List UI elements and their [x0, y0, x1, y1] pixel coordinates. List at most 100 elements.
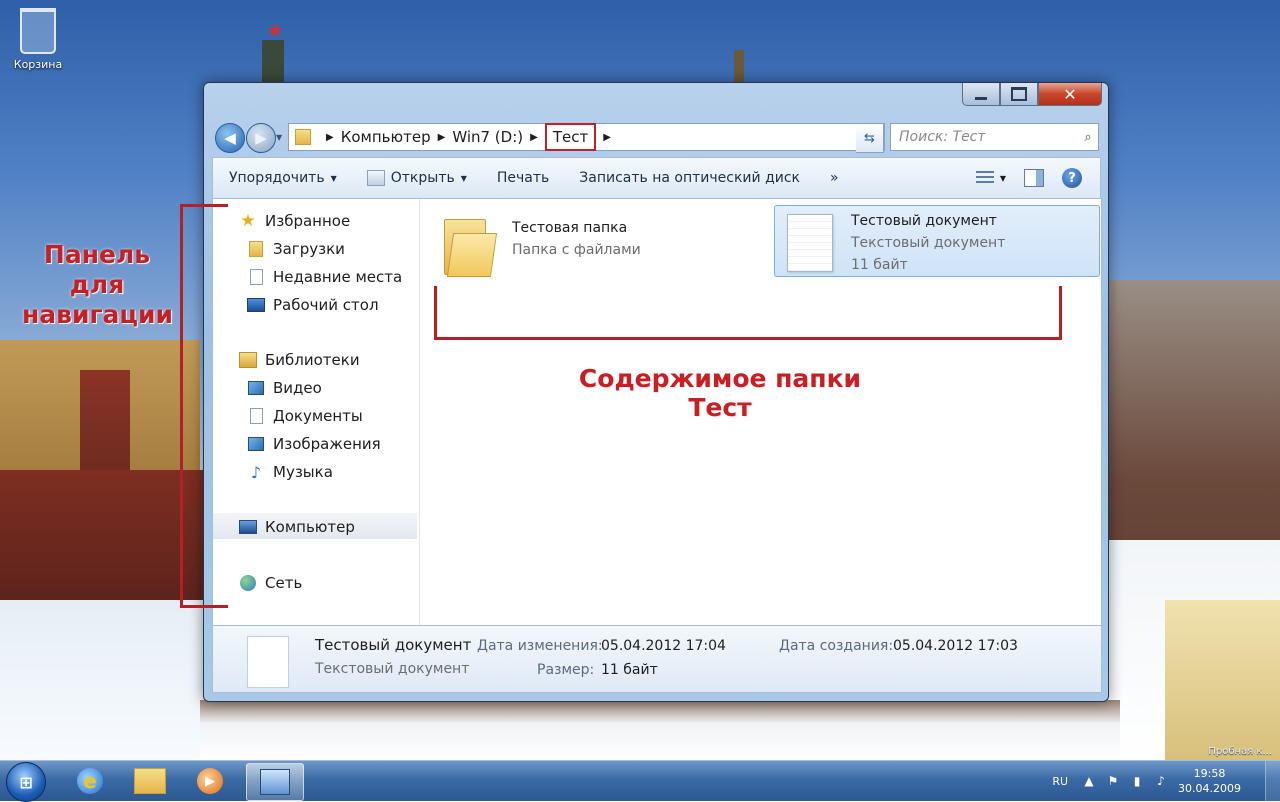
search-box[interactable]: Поиск: Тест ⌕ [890, 123, 1099, 151]
nav-label-desktop: Рабочий стол [273, 296, 379, 314]
snow-ground-left [0, 600, 205, 760]
nav-item-music[interactable]: ♪ Музыка [247, 460, 333, 484]
nav-label-recent: Недавние места [273, 268, 403, 286]
maximize-button[interactable] [1000, 83, 1038, 106]
video-icon [248, 381, 264, 395]
size-value: 11 байт [601, 662, 658, 678]
notepad-icon [366, 170, 385, 186]
details-file-name: Тестовый документ [315, 636, 472, 654]
file-name: Тестовая папка [512, 220, 628, 236]
refresh-button[interactable]: ⇆ [856, 123, 884, 153]
open-button[interactable]: Открыть ▼ [351, 158, 481, 198]
clock[interactable]: 19:58 30.04.2009 [1178, 766, 1241, 796]
computer-icon [239, 520, 257, 534]
close-button[interactable]: ✕ [1038, 83, 1102, 106]
forward-button[interactable]: ▶ [246, 123, 276, 153]
network-signal-icon[interactable]: ▮ [1130, 774, 1144, 788]
toolbar-right-group: ▼ ? [975, 168, 1100, 188]
language-indicator[interactable]: RU [1052, 775, 1068, 788]
address-bar[interactable]: ▶ Компьютер ▶ Win7 (D:) ▶ Тест ▶ ▼ [288, 123, 885, 151]
kremlin-wall [0, 470, 205, 610]
caption-buttons: ✕ [962, 83, 1102, 111]
taskbar-media-player[interactable]: ▶ [182, 763, 238, 799]
organize-label: Упорядочить [229, 170, 325, 186]
nav-label-libraries: Библиотеки [265, 351, 360, 369]
file-size: 11 байт [851, 257, 908, 273]
pictures-icon [248, 437, 264, 451]
preview-pane-icon[interactable] [1024, 169, 1044, 187]
nav-item-documents[interactable]: Документы [247, 404, 363, 428]
nav-pane-bracket [180, 204, 228, 608]
recent-places-icon [249, 269, 263, 285]
navigation-pane: ★ Избранное Загрузки Недавние места Рабо… [213, 199, 420, 625]
help-icon[interactable]: ? [1062, 168, 1082, 188]
recycle-bin-icon [20, 8, 56, 54]
snow-ground-bottom [200, 700, 1120, 760]
search-input[interactable]: Поиск: Тест [891, 129, 1078, 145]
recent-pages-dropdown[interactable]: ▼ [276, 133, 282, 142]
chevron-right-icon[interactable]: ▶ [530, 132, 538, 143]
chevron-right-icon[interactable]: ▶ [326, 132, 334, 143]
back-arrow-icon: ◀ [224, 129, 236, 147]
golden-building [1165, 600, 1280, 760]
action-center-icon[interactable]: ⚑ [1106, 774, 1120, 788]
file-item-folder[interactable]: Тестовая папка Папка с файлами [444, 209, 744, 279]
start-button[interactable]: ⊞ [6, 762, 46, 802]
nav-item-computer[interactable]: Компьютер [239, 515, 355, 539]
taskbar-explorer[interactable] [122, 763, 178, 799]
nav-item-pictures[interactable]: Изображения [247, 432, 381, 456]
command-bar: Упорядочить ▼ Открыть ▼ Печать Записать … [212, 157, 1101, 199]
maximize-icon [1011, 87, 1027, 101]
chevron-right-icon[interactable]: ▶ [603, 132, 611, 143]
change-view-button[interactable]: ▼ [975, 171, 1006, 185]
media-player-icon: ▶ [197, 768, 223, 794]
print-button[interactable]: Печать [481, 158, 563, 198]
back-button[interactable]: ◀ [215, 123, 245, 153]
organize-button[interactable]: Упорядочить ▼ [213, 158, 351, 198]
volume-icon[interactable]: ♪ [1154, 774, 1168, 788]
more-commands-button[interactable]: » [814, 158, 855, 198]
breadcrumb-computer[interactable]: Компьютер [341, 128, 431, 146]
nav-label-music: Музыка [273, 463, 333, 481]
show-desktop-button[interactable] [1265, 761, 1280, 801]
windows-logo-icon: ⊞ [19, 772, 33, 792]
burn-button[interactable]: Записать на оптический диск [563, 158, 814, 198]
minimize-button[interactable] [962, 83, 1000, 106]
open-label: Открыть [390, 170, 455, 186]
taskbar-ie[interactable]: e [62, 763, 118, 799]
file-item-document[interactable]: Тестовый документ Текстовый документ 11 … [774, 205, 1100, 277]
text-document-icon [247, 636, 289, 688]
nav-label-computer: Компьютер [265, 518, 355, 536]
minimize-icon [975, 96, 987, 100]
dropdown-arrow-icon: ▼ [999, 173, 1006, 183]
nav-item-libraries[interactable]: Библиотеки [239, 348, 360, 372]
nav-item-video[interactable]: Видео [247, 376, 322, 400]
internet-explorer-icon: e [77, 768, 103, 794]
dropdown-arrow-icon: ▼ [460, 173, 467, 183]
recycle-bin[interactable]: Корзина [10, 8, 66, 71]
folder-icon [295, 129, 311, 145]
nav-item-downloads[interactable]: Загрузки [247, 237, 345, 261]
tower-star-icon: ★ [266, 18, 284, 42]
music-icon: ♪ [250, 462, 262, 482]
search-icon[interactable]: ⌕ [1078, 130, 1098, 145]
file-explorer-icon [134, 768, 166, 794]
show-hidden-icons-icon[interactable]: ▲ [1082, 774, 1096, 788]
created-value: 05.04.2012 17:03 [893, 638, 1018, 654]
file-name: Тестовый документ [851, 213, 997, 229]
chevron-right-icon[interactable]: ▶ [438, 132, 446, 143]
nav-item-favorites[interactable]: ★ Избранное [239, 209, 350, 233]
nav-item-desktop[interactable]: Рабочий стол [247, 293, 379, 317]
star-icon: ★ [240, 211, 256, 231]
file-type: Папка с файлами [512, 242, 641, 258]
breadcrumb-test[interactable]: Тест [544, 123, 597, 151]
taskbar-control-panel[interactable] [246, 763, 304, 801]
documents-icon [249, 408, 263, 424]
system-tray: RU ▲ ⚑ ▮ ♪ 19:58 30.04.2009 [1052, 761, 1280, 801]
breadcrumb-drive[interactable]: Win7 (D:) [452, 128, 523, 146]
nav-item-recent[interactable]: Недавние места [247, 265, 402, 289]
nav-item-network[interactable]: Сеть [239, 571, 302, 595]
trial-watermark: Пробная к... [1208, 746, 1272, 757]
forward-arrow-icon: ▶ [255, 129, 267, 147]
recycle-bin-label: Корзина [13, 58, 63, 71]
